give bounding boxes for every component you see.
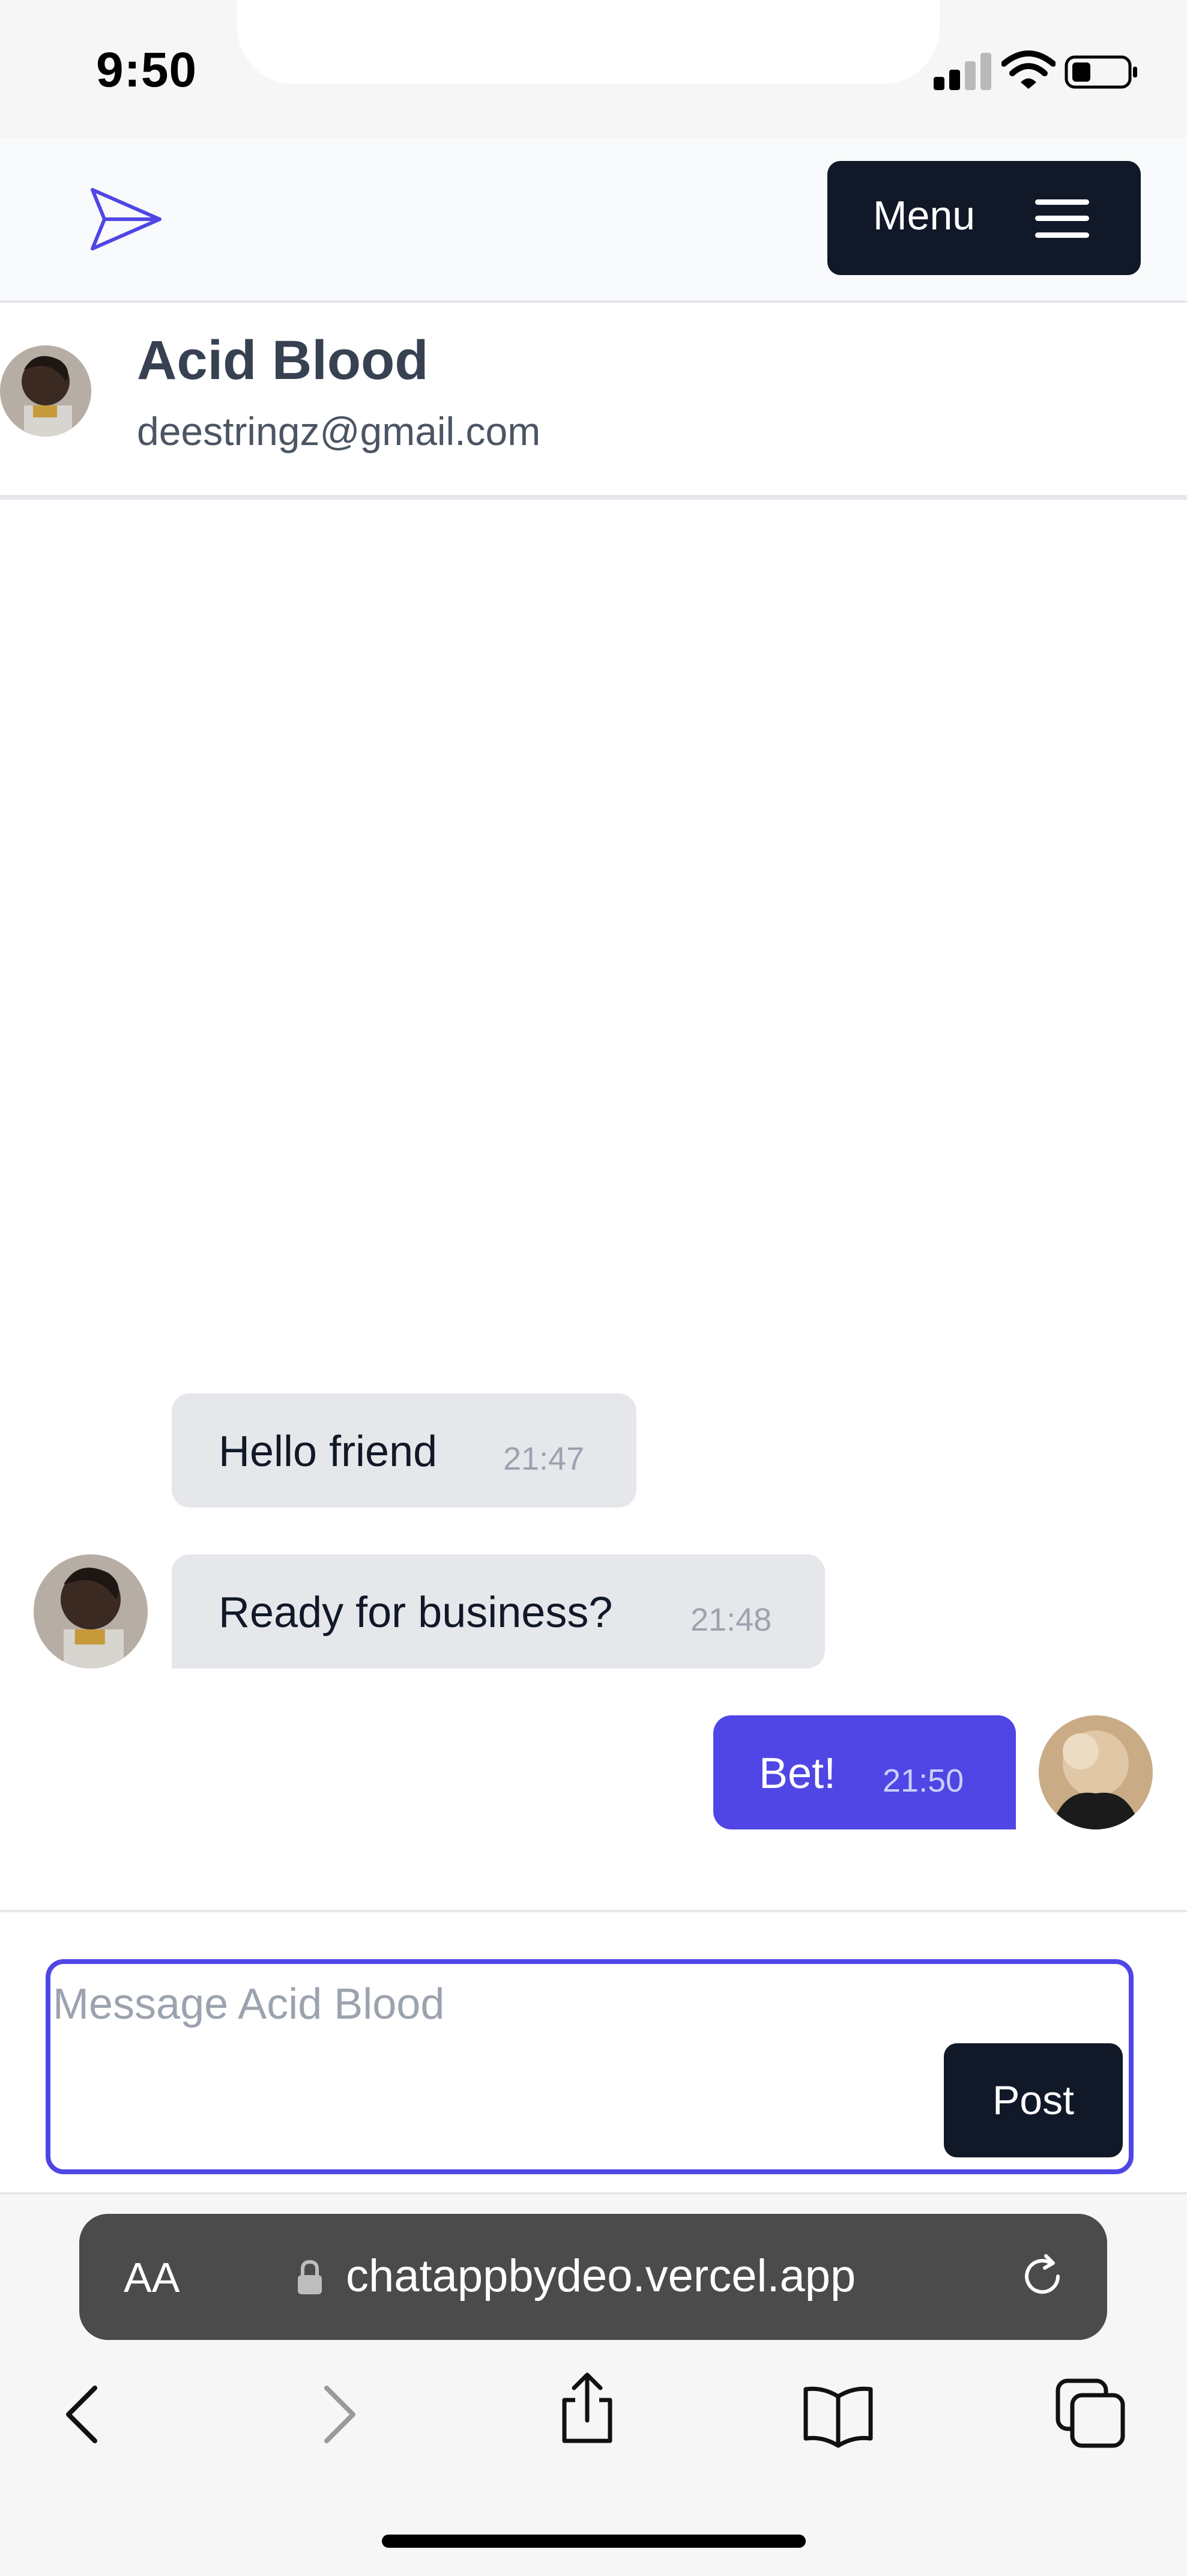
contact-name: Acid Blood [137,330,429,391]
message-text: Hello friend [219,1428,438,1476]
back-icon[interactable] [47,2378,119,2450]
message-bubble: Hello friend 21:47 [172,1393,636,1508]
menu-button-label: Menu [873,193,976,238]
wifi-icon [1001,50,1056,89]
status-time: 9:50 [96,43,198,97]
url-text: chatappbydeo.vercel.app [346,2250,856,2302]
bookmarks-icon[interactable] [802,2378,874,2450]
message-time: 21:50 [883,1763,964,1799]
hamburger-icon [1035,199,1089,238]
message-time: 21:47 [503,1441,585,1477]
message-input[interactable] [50,1977,893,2031]
message-bubble: Ready for business? 21:48 [172,1554,825,1668]
home-indicator [382,2535,806,2548]
paper-plane-icon[interactable] [89,186,163,252]
contact-email: deestringz@gmail.com [137,409,541,453]
message-bubble: Bet! 21:50 [713,1715,1016,1829]
reload-icon[interactable] [1016,2250,1069,2303]
tabs-icon[interactable] [1054,2377,1126,2449]
forward-icon[interactable] [303,2378,375,2450]
battery-icon [1065,55,1137,89]
user-avatar [1039,1715,1153,1829]
post-button[interactable]: Post [944,2043,1123,2157]
address-bar[interactable]: AA chatappbydeo.vercel.app [79,2214,1107,2340]
message-text: Ready for business? [219,1589,613,1637]
share-icon[interactable] [551,2372,623,2444]
message-list [0,497,1187,1909]
message-text: Bet! [759,1750,836,1798]
menu-button[interactable]: Menu [827,161,1141,275]
lock-icon [298,2259,322,2294]
sender-avatar [34,1554,148,1668]
message-composer: Post [46,1959,1134,2174]
device-notch [237,0,940,84]
message-time: 21:48 [690,1602,772,1638]
signal-icon [934,53,992,90]
contact-avatar [0,345,91,437]
text-size-button[interactable]: AA [124,2253,180,2302]
